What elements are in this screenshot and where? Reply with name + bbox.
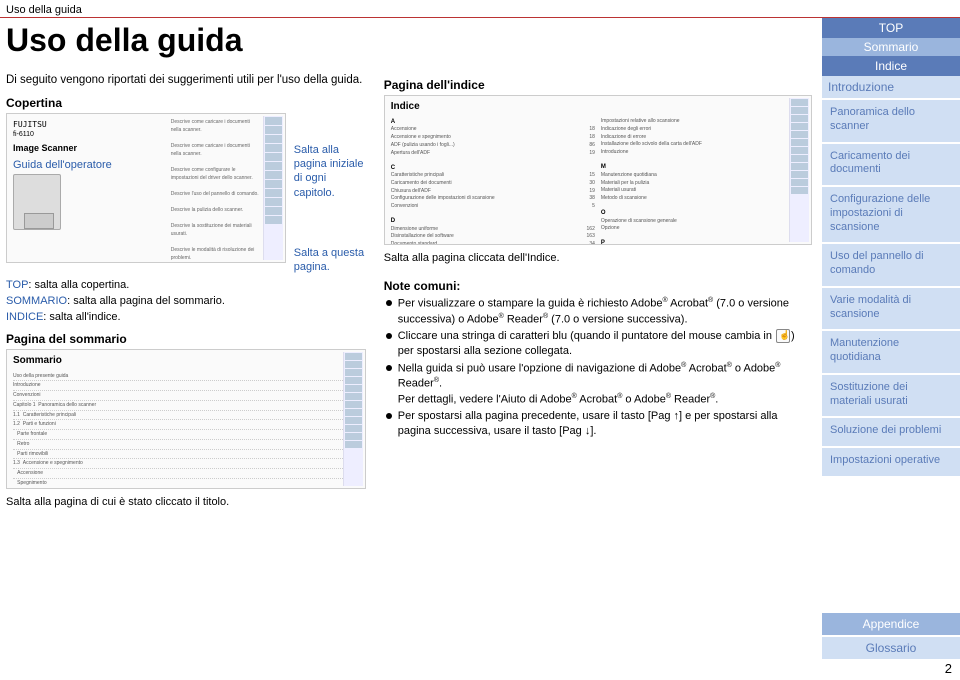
sommario-heading: Pagina del sommario bbox=[6, 331, 366, 347]
mini-sidebar bbox=[343, 352, 363, 486]
top-link-desc: TOPTOP: salta alla copertina.: salta all… bbox=[6, 278, 366, 293]
sidebar-item-soluzione[interactable]: Soluzione dei problemi bbox=[822, 416, 960, 446]
sidebar: TOP Sommario Indice Introduzione Panoram… bbox=[822, 18, 960, 680]
indice-link-desc: INDICE: salta all'indice. bbox=[6, 310, 366, 325]
callout-thispage: Salta a questa pagina. bbox=[294, 246, 366, 275]
sidebar-intro[interactable]: Introduzione bbox=[822, 76, 960, 98]
note-4: Per spostarsi alla pagina precedente, us… bbox=[384, 409, 812, 439]
page-title: Uso della guida bbox=[6, 22, 812, 59]
mini-sidebar bbox=[263, 116, 283, 260]
sidebar-item-config[interactable]: Configurazione delle impostazioni di sca… bbox=[822, 185, 960, 242]
index-thumb-title: Indice bbox=[385, 96, 811, 118]
notes-heading: Note comuni: bbox=[384, 278, 812, 294]
index-heading: Pagina dell'indice bbox=[384, 77, 812, 93]
note-3: Nella guida si può usare l'opzione di na… bbox=[384, 361, 812, 408]
index-thumbnail[interactable]: Indice A Accensione18 Accensione e spegn… bbox=[384, 95, 812, 245]
sommario-link-desc: SOMMARIO: salta alla pagina del sommario… bbox=[6, 294, 366, 309]
mini-sidebar bbox=[789, 98, 809, 242]
sommario-thumb-title: Sommario bbox=[7, 350, 365, 372]
sidebar-item-impostazioni[interactable]: Impostazioni operative bbox=[822, 446, 960, 476]
sidebar-appendice[interactable]: Appendice bbox=[822, 611, 960, 635]
col-right: Pagina dell'indice Indice A Accensione18… bbox=[384, 73, 812, 510]
note-2: Cliccare una stringa di caratteri blu (q… bbox=[384, 329, 812, 359]
index-caption: Salta alla pagina cliccata dell'Indice. bbox=[384, 251, 812, 266]
toc-mini: Uso della presente guida2 Introduzione3 … bbox=[7, 372, 365, 490]
col-left: Di seguito vengono riportati dei suggeri… bbox=[6, 73, 366, 510]
hand-cursor-icon bbox=[776, 329, 790, 343]
sidebar-item-pannello[interactable]: Uso del pannello di comando bbox=[822, 242, 960, 286]
sommario-caption: Salta alla pagina di cui è stato cliccat… bbox=[6, 495, 366, 510]
sidebar-item-modalita[interactable]: Varie modalità di scansione bbox=[822, 286, 960, 330]
scanner-icon bbox=[13, 174, 61, 230]
product-label: Image Scanner bbox=[13, 142, 77, 154]
sidebar-item-sostituzione[interactable]: Sostituzione dei materiali usurati bbox=[822, 373, 960, 417]
callout-chapter: Salta alla pagina iniziale di ogni capit… bbox=[294, 143, 366, 200]
sidebar-item-caricamento[interactable]: Caricamento dei documenti bbox=[822, 142, 960, 186]
page-content: Uso della guida Di seguito vengono ripor… bbox=[0, 18, 822, 680]
notes-list: Per visualizzare o stampare la guida è r… bbox=[384, 296, 812, 439]
note-1: Per visualizzare o stampare la guida è r… bbox=[384, 296, 812, 327]
sommario-thumbnail[interactable]: Sommario Uso della presente guida2 Intro… bbox=[6, 349, 366, 489]
index-mini-cols: A Accensione18 Accensione e spegnimento1… bbox=[385, 118, 811, 246]
sidebar-item-panoramica[interactable]: Panoramica dello scanner bbox=[822, 98, 960, 142]
sidebar-item-manutenzione[interactable]: Manutenzione quotidiana bbox=[822, 329, 960, 373]
cover-heading: Copertina bbox=[6, 95, 366, 111]
page-number: 2 bbox=[822, 659, 960, 680]
breadcrumb: Uso della guida bbox=[0, 0, 960, 18]
sidebar-indice[interactable]: Indice bbox=[822, 56, 960, 76]
sidebar-glossario[interactable]: Glossario bbox=[822, 635, 960, 659]
guide-label: Guida dell'operatore bbox=[13, 158, 112, 173]
sidebar-sommario[interactable]: Sommario bbox=[822, 38, 960, 56]
intro-text: Di seguito vengono riportati dei suggeri… bbox=[6, 73, 366, 89]
cover-callouts: Salta alla pagina iniziale di ogni capit… bbox=[294, 113, 366, 275]
cover-desc-lines: Descrive come caricare i documenti nella… bbox=[171, 118, 261, 262]
sidebar-top[interactable]: TOP bbox=[822, 18, 960, 38]
model-label: fi-6110 bbox=[13, 130, 34, 139]
cover-thumbnail[interactable]: FUJITSU fi-6110 Image Scanner Guida dell… bbox=[6, 113, 286, 263]
